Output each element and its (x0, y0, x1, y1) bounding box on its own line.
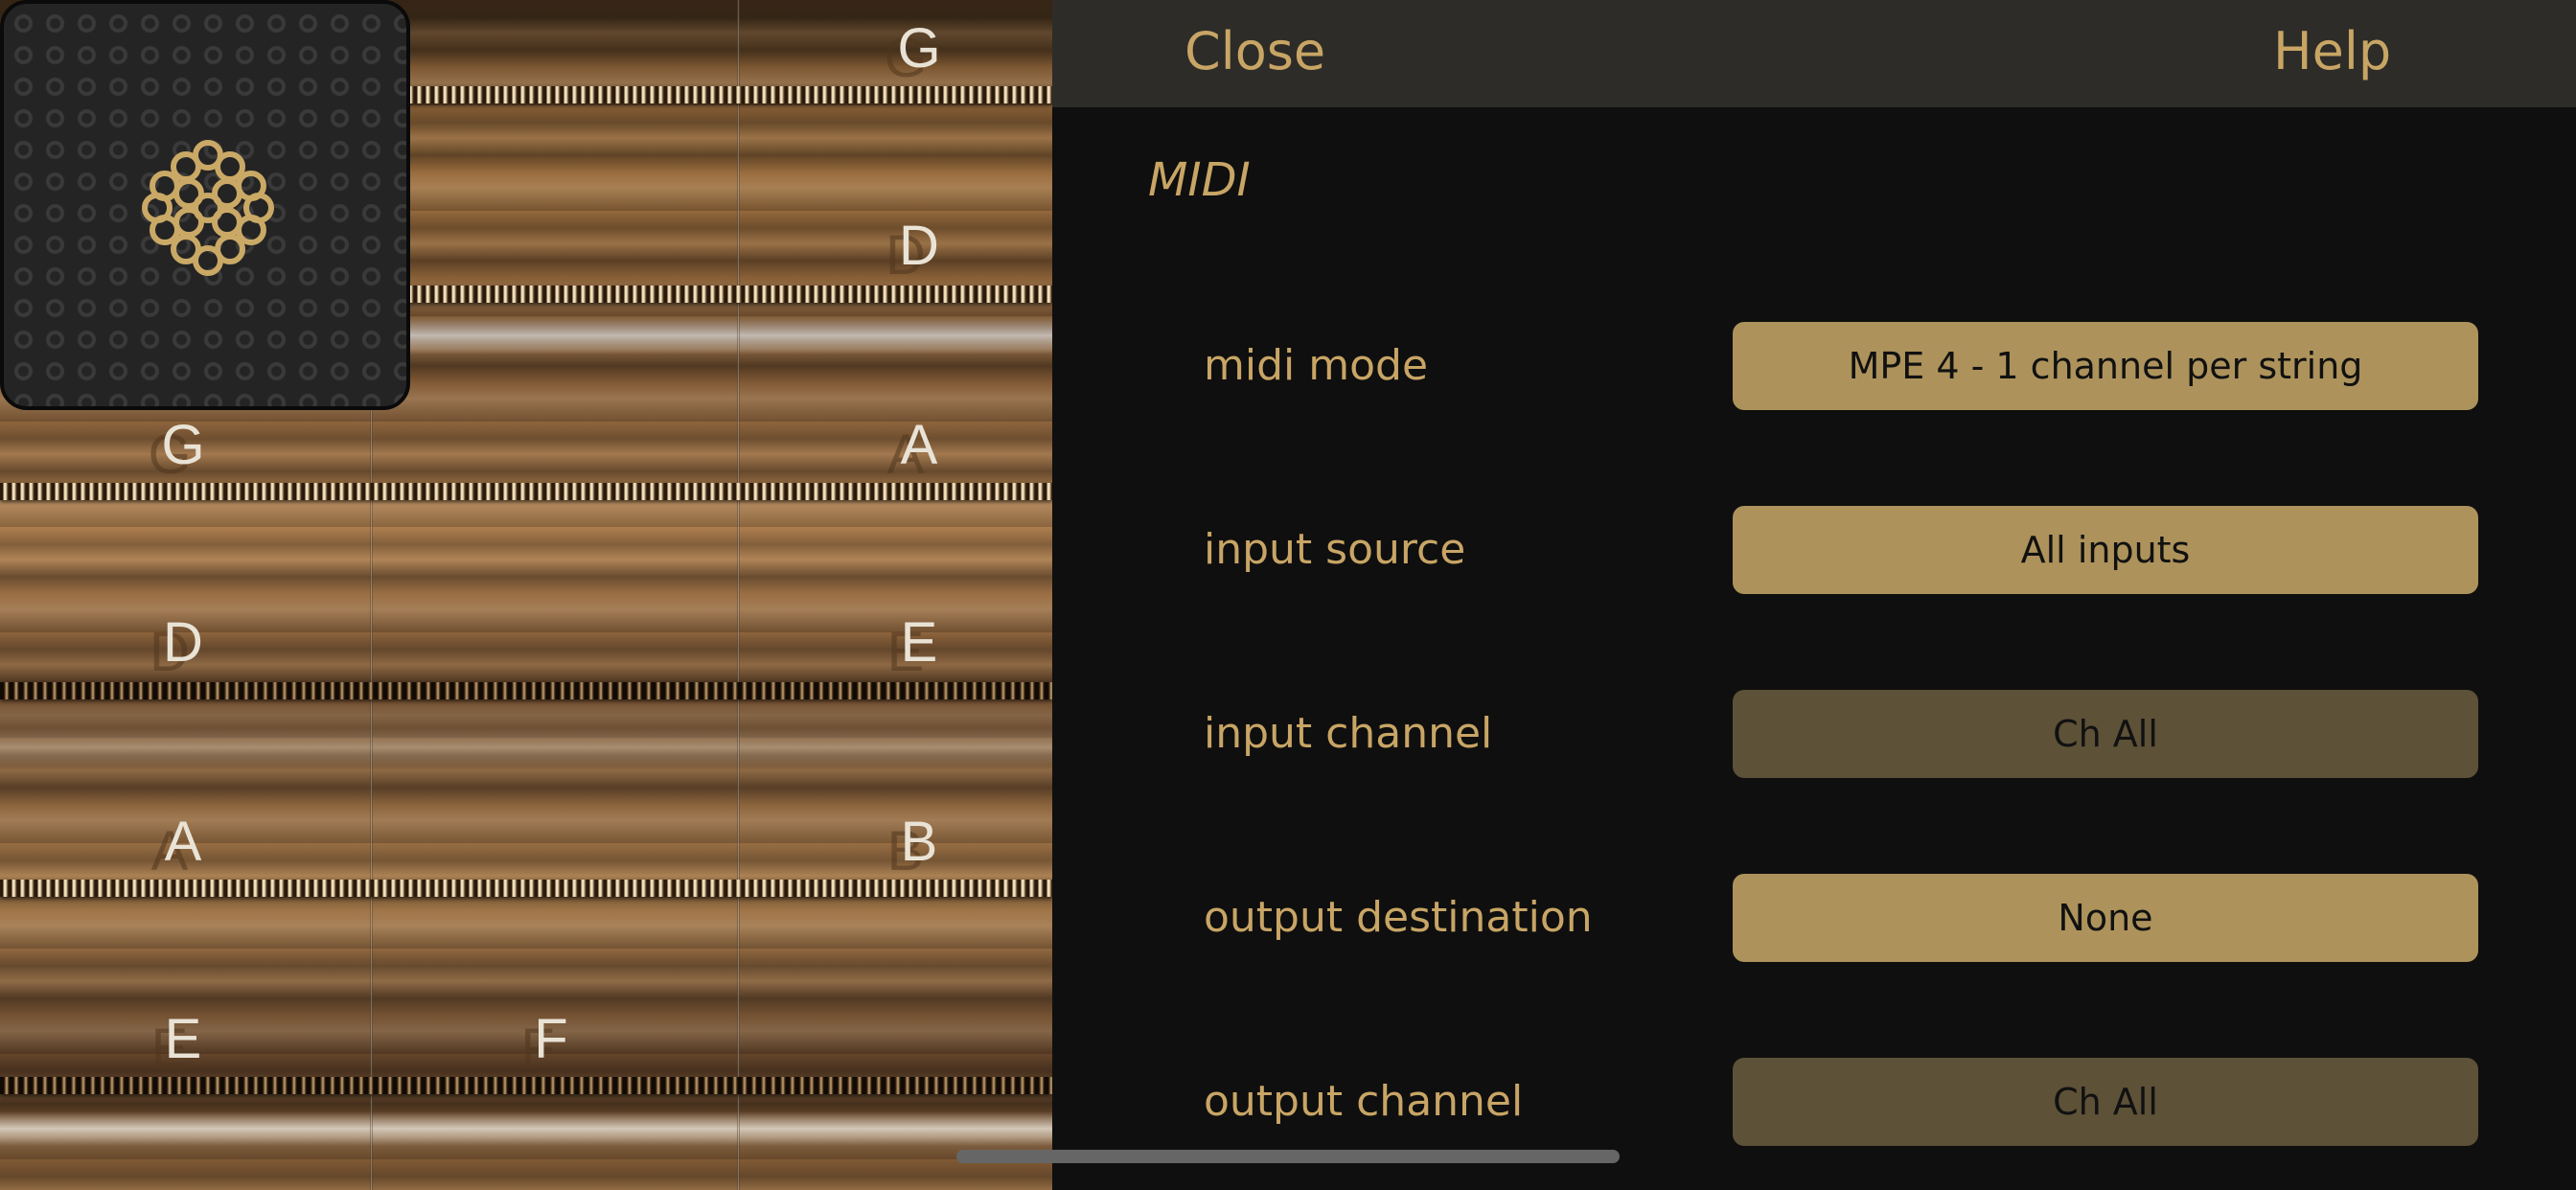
setting-row-output-channel: output channel Ch All (1052, 1058, 2576, 1148)
fret-line (737, 0, 740, 1190)
note-label: D (899, 215, 939, 277)
home-indicator[interactable] (956, 1150, 1620, 1163)
section-title: MIDI (1148, 153, 1251, 207)
output-destination-selector[interactable]: None (1733, 874, 2478, 962)
midi-settings-panel: Close Help MIDI midi mode MPE 4 - 1 chan… (1052, 0, 2576, 1190)
note-label: E (164, 1008, 202, 1070)
setting-label: input source (1204, 525, 1466, 574)
note-label: B (900, 811, 938, 873)
guitar-string[interactable] (0, 682, 1052, 699)
setting-row-input-source: input source All inputs (1052, 506, 2576, 596)
note-label: G (897, 17, 941, 80)
setting-label: midi mode (1204, 341, 1429, 390)
guitar-string[interactable] (0, 880, 1052, 897)
guitar-string[interactable] (0, 483, 1052, 500)
wood-highlight (0, 1111, 1052, 1146)
setting-label: output channel (1204, 1077, 1524, 1126)
top-bar: Close Help (1052, 0, 2576, 107)
app-logo-tile[interactable] (0, 0, 410, 410)
note-label: D (163, 611, 203, 674)
note-label: E (900, 611, 938, 674)
fretboard[interactable]: G D G A D E A B E F (0, 0, 1052, 1190)
close-button[interactable]: Close (1184, 21, 1325, 81)
midi-mode-selector[interactable]: MPE 4 - 1 channel per string (1733, 322, 2478, 410)
setting-row-midi-mode: midi mode MPE 4 - 1 channel per string (1052, 322, 2576, 412)
note-label: F (534, 1008, 568, 1070)
input-channel-selector[interactable]: Ch All (1733, 690, 2478, 778)
ornament-logo-icon (142, 140, 274, 276)
note-label: G (161, 414, 205, 476)
setting-row-output-destination: output destination None (1052, 874, 2576, 964)
guitar-string[interactable] (0, 1077, 1052, 1094)
input-source-selector[interactable]: All inputs (1733, 506, 2478, 594)
setting-row-input-channel: input channel Ch All (1052, 690, 2576, 780)
help-button[interactable]: Help (2273, 21, 2391, 81)
note-label: A (164, 811, 202, 873)
setting-label: input channel (1204, 709, 1493, 758)
wood-highlight (0, 728, 1052, 767)
setting-label: output destination (1204, 893, 1593, 942)
note-label: A (900, 414, 938, 476)
output-channel-selector[interactable]: Ch All (1733, 1058, 2478, 1146)
